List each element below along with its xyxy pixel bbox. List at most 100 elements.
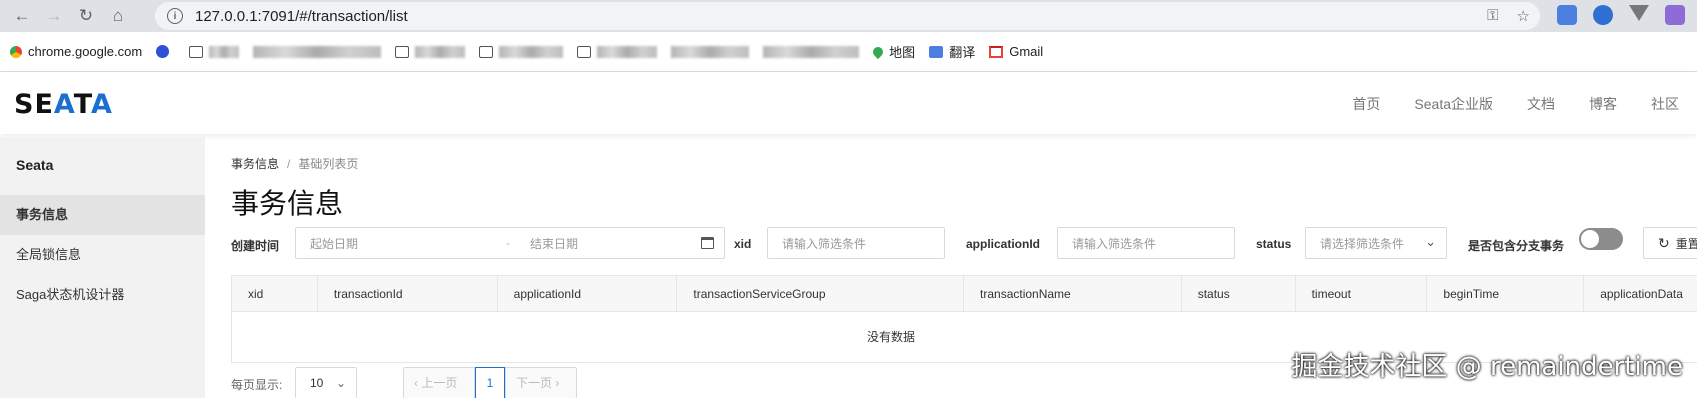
- bookmark-baidu[interactable]: [156, 45, 175, 58]
- sidebar-item-saga-designer[interactable]: Saga状态机设计器: [0, 275, 205, 315]
- xid-label: xid: [734, 237, 752, 251]
- address-bar[interactable]: i 127.0.0.1:7091/#/transaction/list ⚿ ☆: [155, 2, 1540, 30]
- nav-enterprise[interactable]: Seata企业版: [1414, 94, 1493, 114]
- bookmark-folder-1[interactable]: [189, 45, 240, 58]
- breadcrumb-separator: /: [287, 157, 291, 171]
- column-header-application-data[interactable]: applicationData: [1584, 276, 1697, 312]
- bookmark-folder-5[interactable]: [577, 45, 658, 58]
- sidebar-item-global-locks[interactable]: 全局锁信息: [0, 235, 205, 275]
- home-icon[interactable]: ⌂: [104, 2, 132, 30]
- baidu-paw-icon: [156, 45, 170, 58]
- chevron-down-icon: ⌄: [335, 376, 346, 390]
- forward-icon[interactable]: →: [40, 2, 68, 30]
- filter-bar: 创建时间 起始日期 - 结束日期 xid 请输入筛选条件 application…: [231, 227, 1697, 261]
- bookmark-label: 翻译: [949, 45, 976, 60]
- include-branch-toggle[interactable]: [1579, 228, 1623, 250]
- chrome-icon: [10, 45, 22, 58]
- password-key-icon[interactable]: ⚿: [1487, 7, 1498, 25]
- chevron-left-icon: ‹: [414, 376, 418, 390]
- breadcrumb: 事务信息 / 基础列表页: [231, 155, 1697, 172]
- end-date-placeholder[interactable]: 结束日期: [530, 235, 578, 252]
- bookmarks-bar: chrome.google.com 地图 翻译 Gmail: [0, 32, 1697, 72]
- site-info-icon[interactable]: i: [167, 8, 183, 24]
- reload-icon[interactable]: ↻: [72, 2, 100, 30]
- url-text: 127.0.0.1:7091/#/transaction/list: [195, 7, 408, 25]
- nav-community[interactable]: 社区: [1651, 94, 1679, 114]
- page-1-button[interactable]: 1: [475, 367, 505, 398]
- calendar-icon[interactable]: [701, 237, 714, 249]
- obscured-label: [597, 45, 658, 58]
- bookmark-label: Gmail: [1009, 44, 1044, 59]
- bookmark-label: 地图: [889, 45, 916, 60]
- range-separator: -: [506, 236, 510, 250]
- top-nav: 首页 Seata企业版 文档 博客 社区: [1352, 94, 1679, 114]
- date-range-picker[interactable]: 起始日期 - 结束日期: [295, 227, 725, 259]
- map-pin-icon: [871, 44, 886, 59]
- column-header-xid[interactable]: xid: [232, 276, 318, 312]
- column-header-application-id[interactable]: applicationId: [498, 276, 678, 312]
- bookmark-folder-2[interactable]: [253, 45, 382, 58]
- prev-page-label: 上一页: [421, 376, 458, 390]
- app-header: SEATA 首页 Seata企业版 文档 博客 社区: [0, 72, 1697, 134]
- translate-extension-icon[interactable]: [1557, 5, 1577, 25]
- column-header-transaction-name[interactable]: transactionName: [964, 276, 1182, 312]
- main-content: 事务信息 / 基础列表页 事务信息 创建时间 起始日期 - 结束日期 xid 请输入…: [231, 137, 1697, 398]
- crown-extension-icon[interactable]: [1665, 5, 1685, 25]
- page-size-select[interactable]: 10 ⌄: [295, 367, 357, 398]
- create-time-label: 创建时间: [231, 239, 280, 253]
- bookmark-chrome[interactable]: chrome.google.com: [10, 44, 142, 59]
- sidebar: Seata 事务信息 全局锁信息 Saga状态机设计器: [0, 137, 205, 398]
- breadcrumb-current: 基础列表页: [298, 157, 359, 171]
- application-id-input[interactable]: 请输入筛选条件: [1057, 227, 1235, 259]
- prev-page-button[interactable]: ‹ 上一页: [403, 367, 475, 398]
- nav-home[interactable]: 首页: [1352, 94, 1380, 114]
- reset-icon: ↻: [1658, 234, 1670, 251]
- column-header-timeout[interactable]: timeout: [1296, 276, 1428, 312]
- column-header-service-group[interactable]: transactionServiceGroup: [677, 276, 965, 312]
- browser-toolbar: ← → ↻ ⌂ i 127.0.0.1:7091/#/transaction/l…: [0, 0, 1697, 32]
- column-header-status[interactable]: status: [1182, 276, 1296, 312]
- page-size-label: 每页显示:: [231, 378, 283, 392]
- bookmark-label: chrome.google.com: [28, 44, 143, 59]
- obscured-label: [499, 45, 564, 58]
- next-page-button[interactable]: 下一页 ›: [505, 367, 577, 398]
- obscured-label: [415, 45, 466, 58]
- status-label: status: [1256, 237, 1292, 251]
- gmail-icon: [989, 45, 1004, 58]
- reset-label: 重置: [1675, 236, 1697, 251]
- chevron-down-icon: ⌄: [1425, 234, 1436, 249]
- bookmark-star-icon[interactable]: ☆: [1517, 7, 1530, 25]
- folder-icon: [479, 45, 494, 58]
- status-select[interactable]: 请选择筛选条件 ⌄: [1305, 227, 1447, 259]
- bookmark-folder-3[interactable]: [395, 45, 466, 58]
- nav-blog[interactable]: 博客: [1589, 94, 1617, 114]
- table-header: xid transactionId applicationId transact…: [232, 276, 1697, 312]
- translate-icon: [929, 45, 944, 58]
- bookmark-folder-7[interactable]: [763, 45, 860, 58]
- application-id-label: applicationId: [966, 237, 1041, 251]
- xid-input[interactable]: 请输入筛选条件: [767, 227, 945, 259]
- bookmark-folder-6[interactable]: [671, 45, 750, 58]
- sidebar-item-transactions[interactable]: 事务信息: [0, 195, 205, 235]
- extension-icon[interactable]: [1593, 5, 1613, 25]
- bookmark-folder-4[interactable]: [479, 45, 564, 58]
- column-header-transaction-id[interactable]: transactionId: [318, 276, 498, 312]
- column-header-begin-time[interactable]: beginTime: [1427, 276, 1585, 312]
- obscured-label: [209, 45, 240, 58]
- vue-devtools-icon[interactable]: [1629, 5, 1649, 21]
- back-icon[interactable]: ←: [8, 2, 36, 30]
- breadcrumb-item[interactable]: 事务信息: [231, 157, 279, 171]
- bookmark-maps[interactable]: 地图: [871, 42, 916, 61]
- include-branch-label: 是否包含分支事务: [1468, 239, 1565, 253]
- page-title: 事务信息: [231, 188, 344, 219]
- seata-logo[interactable]: SEATA: [14, 89, 113, 120]
- folder-icon: [189, 45, 204, 58]
- start-date-placeholder[interactable]: 起始日期: [310, 235, 506, 252]
- bookmark-translate[interactable]: 翻译: [929, 42, 975, 61]
- reset-button[interactable]: ↻ 重置: [1643, 227, 1697, 259]
- nav-docs[interactable]: 文档: [1527, 94, 1555, 114]
- chevron-right-icon: ›: [555, 376, 560, 390]
- obscured-label: [763, 45, 860, 58]
- bookmark-gmail[interactable]: Gmail: [989, 44, 1043, 59]
- sidebar-title: Seata: [16, 157, 54, 173]
